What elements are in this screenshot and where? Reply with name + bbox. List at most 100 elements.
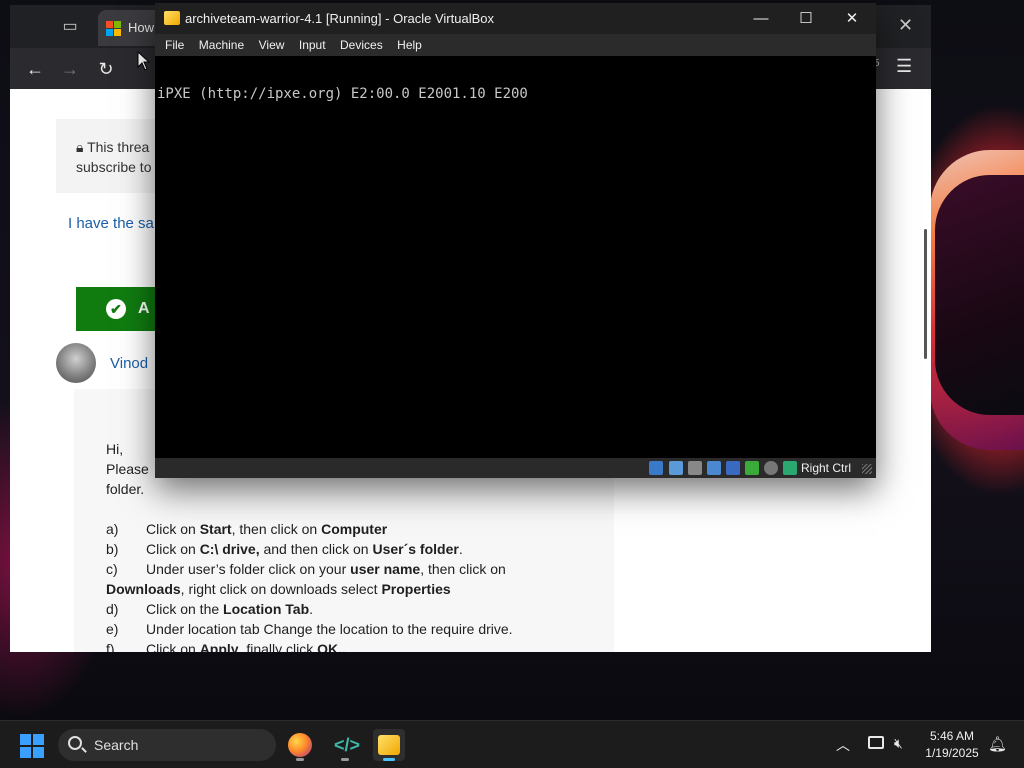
page-scrollbar[interactable]: [924, 229, 927, 359]
menu-machine[interactable]: Machine: [199, 34, 244, 56]
taskbar-clock[interactable]: 5:46 AM 1/19/2025: [920, 728, 984, 762]
microsoft-logo-icon: [106, 21, 121, 36]
answer-step: a) Click on Start, then click on Computer: [106, 519, 566, 539]
step-label: b): [106, 541, 119, 557]
browser-menu-icon[interactable]: ☰: [896, 56, 912, 77]
step-text: , right click on downloads select: [180, 581, 382, 597]
taskbar: Search </> ︿ 🔇︎ 5:46 AM 1/19/2025 🔔︎: [0, 720, 1024, 768]
step-text: Click on the: [146, 601, 224, 617]
vbox-menubar: File Machine View Input Devices Help: [155, 34, 876, 56]
step-label: f): [106, 641, 115, 652]
step-text: , then click on: [231, 521, 322, 537]
vbox-titlebar[interactable]: archiveteam-warrior-4.1 [Running] - Orac…: [155, 3, 876, 34]
virtualbox-icon: [378, 735, 400, 755]
step-emphasis: Apply: [199, 641, 239, 652]
taskbar-search[interactable]: Search: [58, 729, 276, 761]
answer-step: f) Click on Apply, finally click OK..: [106, 639, 566, 652]
taskbar-virtualbox[interactable]: [373, 729, 405, 761]
author-name[interactable]: Vinod: [110, 355, 148, 372]
step-emphasis: User´s folder: [372, 541, 459, 557]
taskbar-firefox[interactable]: [284, 729, 316, 761]
shared-folders-icon[interactable]: [745, 461, 759, 475]
code-editor-icon: </>: [334, 735, 361, 755]
menu-file[interactable]: File: [165, 34, 184, 56]
step-emphasis: OK..: [317, 641, 346, 652]
maximize-icon[interactable]: ☐: [791, 7, 821, 31]
answer-step: e) Under location tab Change the location…: [106, 619, 566, 639]
answer-step: c) Under user’s folder click on your user…: [106, 559, 566, 579]
step-label: a): [106, 521, 119, 537]
answer-step: Downloads, right click on downloads sele…: [106, 579, 566, 599]
vbox-statusbar: Right Ctrl: [155, 458, 876, 478]
step-text: and then click on: [259, 541, 373, 557]
step-emphasis: Downloads: [106, 581, 181, 597]
step-text: , then click on: [420, 561, 506, 577]
network-icon[interactable]: [707, 461, 721, 475]
step-emphasis: Location Tab: [223, 601, 310, 617]
step-emphasis: Start: [199, 521, 232, 537]
forward-icon[interactable]: →: [57, 56, 83, 82]
step-label: d): [106, 601, 119, 617]
step-label: e): [106, 621, 119, 637]
step-text: Under user’s folder click on your: [146, 561, 351, 577]
back-icon[interactable]: ←: [22, 56, 48, 82]
tab-actions-icon[interactable]: ▭: [58, 15, 82, 39]
tray-overflow-icon[interactable]: ︿: [836, 735, 850, 755]
reload-icon[interactable]: ↻: [93, 56, 119, 82]
taskbar-vscode[interactable]: </>: [329, 729, 361, 761]
step-text: Click on: [146, 521, 200, 537]
wallpaper-swirl-inner: [935, 175, 1024, 415]
browser-close-icon[interactable]: ✕: [898, 15, 913, 36]
step-text: Under location tab Change the location t…: [146, 621, 513, 637]
step-text: Click on: [146, 541, 200, 557]
display-icon[interactable]: [764, 461, 778, 475]
step-emphasis: C:\ drive,: [199, 541, 260, 557]
hard-disk-icon[interactable]: [649, 461, 663, 475]
step-emphasis: Computer: [321, 521, 388, 537]
usb-icon[interactable]: [726, 461, 740, 475]
mouse-integration-icon[interactable]: [783, 461, 797, 475]
lock-notice-line1: This threa: [87, 139, 150, 155]
step-text: .: [309, 601, 314, 617]
step-emphasis: Properties: [381, 581, 451, 597]
answer-step: d) Click on the Location Tab.: [106, 599, 566, 619]
answer-step: b) Click on C:\ drive, and then click on …: [106, 539, 566, 559]
answer-intro-2: folder.: [106, 481, 145, 497]
search-placeholder: Search: [94, 737, 139, 753]
menu-help[interactable]: Help: [397, 34, 422, 56]
clock-time: 5:46 AM: [929, 729, 975, 743]
notifications-icon[interactable]: 🔔︎: [988, 735, 1007, 753]
console-output: iPXE (http://ipxe.org) E2:00.0 E2001.10 …: [157, 86, 528, 102]
menu-devices[interactable]: Devices: [340, 34, 383, 56]
start-button[interactable]: [20, 734, 44, 758]
checkmark-icon: ✔: [106, 299, 126, 319]
avatar[interactable]: [56, 343, 96, 383]
close-icon[interactable]: ✕: [837, 7, 867, 31]
step-text: Click on: [146, 641, 200, 652]
firefox-icon: [288, 733, 312, 757]
virtualbox-icon: [164, 11, 180, 25]
answer-label: A: [138, 300, 150, 317]
host-key-label: Right Ctrl: [801, 461, 852, 475]
vbox-title: archiveteam-warrior-4.1 [Running] - Orac…: [185, 11, 494, 26]
virtualbox-window: archiveteam-warrior-4.1 [Running] - Orac…: [155, 3, 876, 478]
network-status-icon[interactable]: [868, 736, 884, 749]
step-label: c): [106, 561, 118, 577]
volume-muted-icon[interactable]: 🔇︎: [894, 735, 903, 752]
answer-steps: a) Click on Start, then click on Computer…: [106, 519, 566, 652]
minimize-icon[interactable]: —: [746, 7, 776, 31]
step-emphasis: user name: [350, 561, 421, 577]
menu-view[interactable]: View: [259, 34, 285, 56]
step-text: , finally click: [238, 641, 318, 652]
menu-input[interactable]: Input: [299, 34, 326, 56]
optical-drive-icon[interactable]: [669, 461, 683, 475]
clock-date: 1/19/2025: [925, 746, 979, 760]
step-text: .: [458, 541, 463, 557]
lock-notice-line2: subscribe to: [76, 159, 152, 175]
lock-icon: 🔒︎: [76, 139, 84, 155]
vm-screen[interactable]: iPXE (http://ipxe.org) E2:00.0 E2001.10 …: [155, 56, 876, 458]
same-question-link[interactable]: I have the sa: [68, 215, 154, 232]
browser-tab-title: How: [128, 20, 155, 35]
resize-grip-icon[interactable]: [862, 464, 872, 474]
audio-icon[interactable]: [688, 461, 702, 475]
